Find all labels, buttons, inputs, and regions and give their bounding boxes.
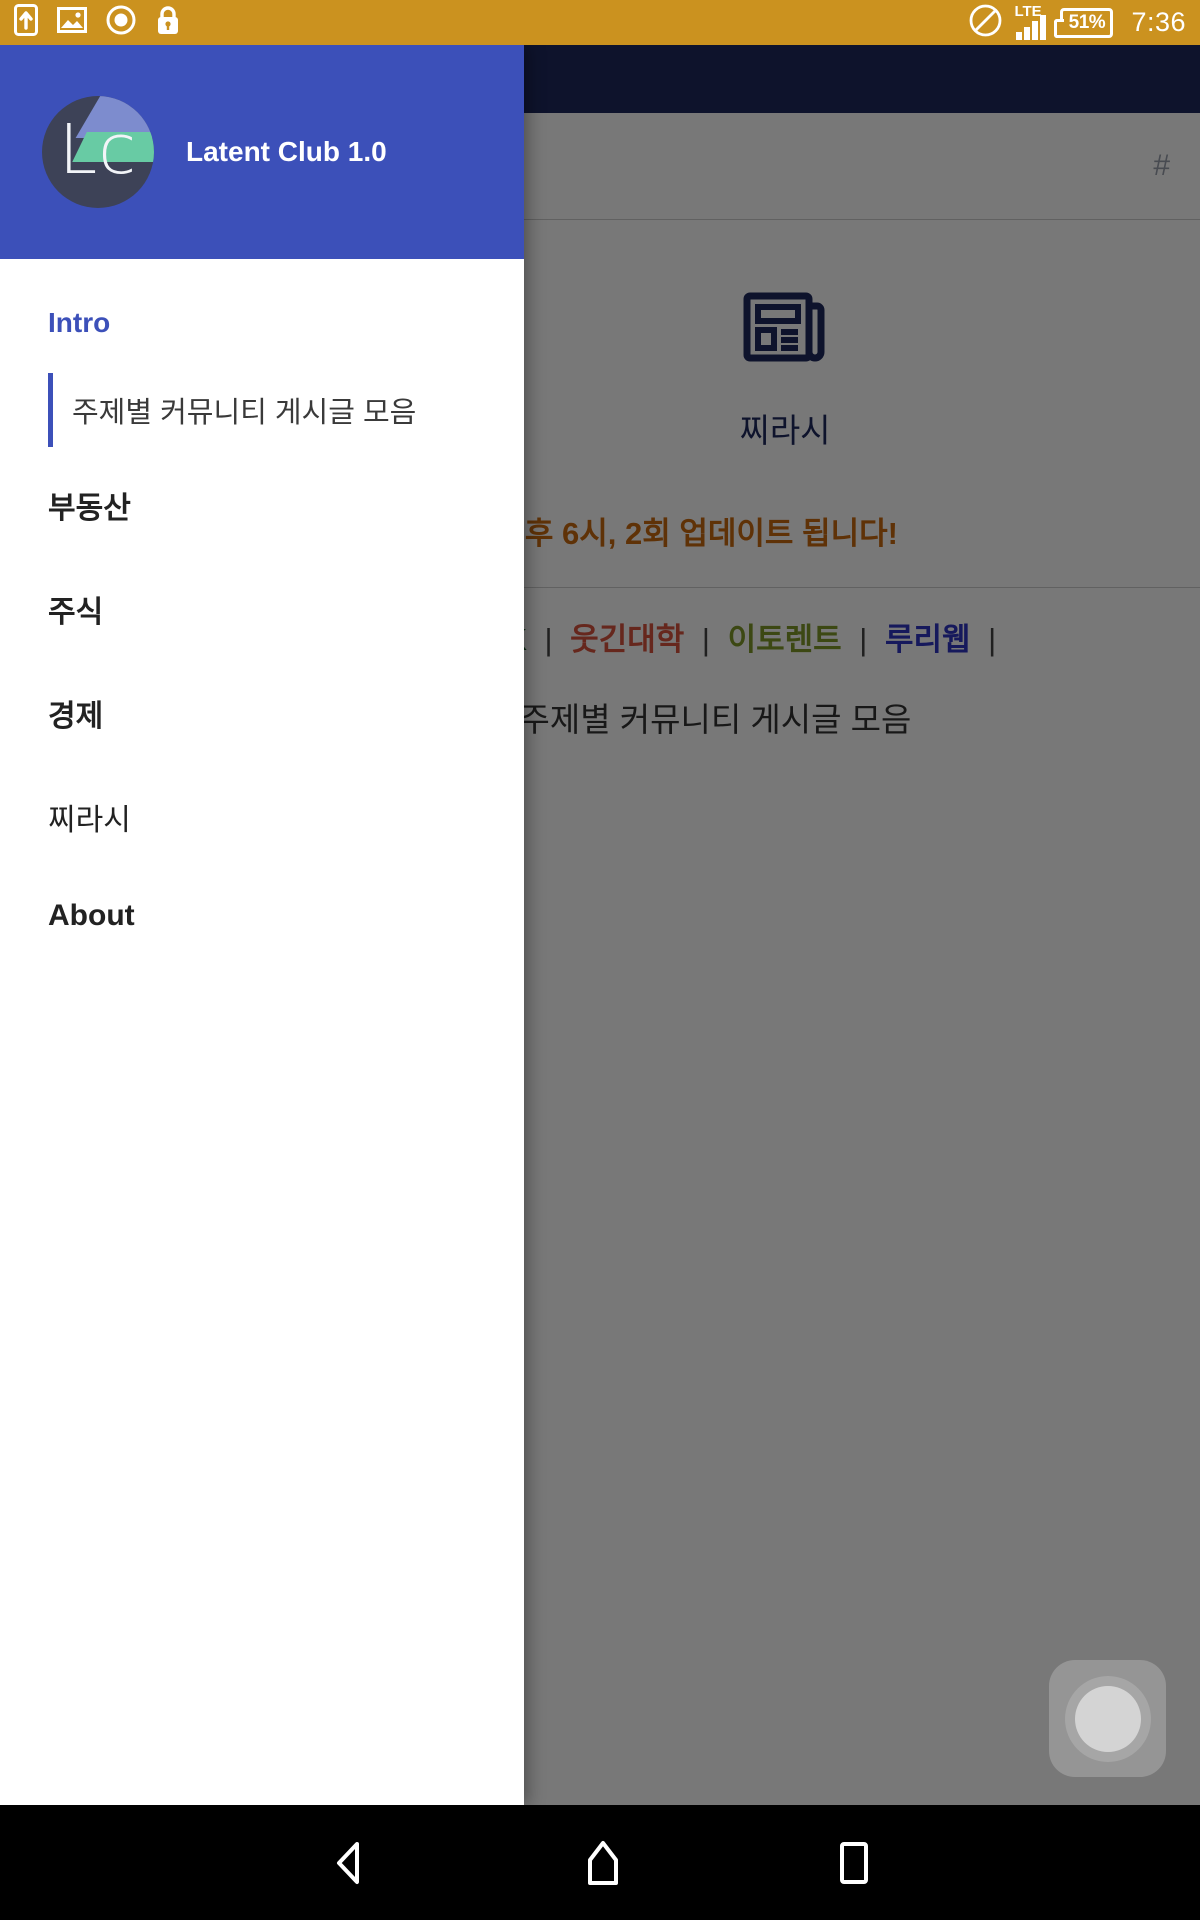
home-button[interactable] [581,1839,625,1887]
record-icon [106,5,136,40]
back-button[interactable] [327,1840,371,1886]
sidebar-item-about[interactable]: About [0,869,524,963]
signal-icon: LTE [1014,2,1047,40]
network-type-label: LTE [1014,2,1042,20]
sidebar-item-label: 부동산 [48,492,131,525]
do-not-disturb-icon [969,4,1002,42]
image-icon [57,6,87,39]
logo-monogram: Lc [58,110,138,190]
drawer-header: Lc Latent Club 1.0 [0,45,524,259]
record-ring-icon [1064,1675,1151,1762]
sidebar-item-label: 찌라시 [48,804,131,837]
sidebar-item-label: 주식 [48,596,104,629]
sidebar-item-label: About [48,899,135,932]
battery-icon: 51% [1054,7,1114,38]
clock-label: 7:36 [1131,7,1186,37]
active-indicator [48,373,53,447]
record-dot-icon [1074,1685,1141,1752]
sidebar-item-realestate[interactable]: 부동산 [0,453,524,557]
phone-upload-icon [14,4,38,41]
android-nav-bar [0,1805,1200,1920]
sidebar-item-community-posts[interactable]: 주제별 커뮤니티 게시글 모음 [0,367,524,453]
sidebar-item-economy[interactable]: 경제 [0,661,524,765]
lock-icon [155,4,181,41]
drawer-menu: Intro 주제별 커뮤니티 게시글 모음 부동산 주식 경제 찌라시 Abou… [0,259,524,1805]
screen-record-button[interactable] [1049,1660,1166,1777]
status-bar: LTE 51% 7:36 [0,0,1200,45]
recents-button[interactable] [835,1841,873,1885]
sidebar-section-intro[interactable]: Intro [0,295,524,351]
sidebar-item-stocks[interactable]: 주식 [0,557,524,661]
sidebar-item-label: 주제별 커뮤니티 게시글 모음 [72,397,417,429]
status-bar-left-icons [14,4,181,41]
sidebar-item-label: 경제 [48,700,104,733]
sidebar-item-tabloid[interactable]: 찌라시 [0,765,524,869]
navigation-drawer: Lc Latent Club 1.0 Intro 주제별 커뮤니티 게시글 모음… [0,45,524,1805]
app-logo: Lc [42,96,154,208]
phone-screen: LTE 51% 7:36 주제별 커뮤니티 게시글 모음 # [0,0,1200,1920]
app-title: Latent Club 1.0 [186,136,387,167]
battery-percent-label: 51% [1068,11,1106,33]
status-bar-right-icons: LTE 51% 7:36 [969,2,1186,42]
